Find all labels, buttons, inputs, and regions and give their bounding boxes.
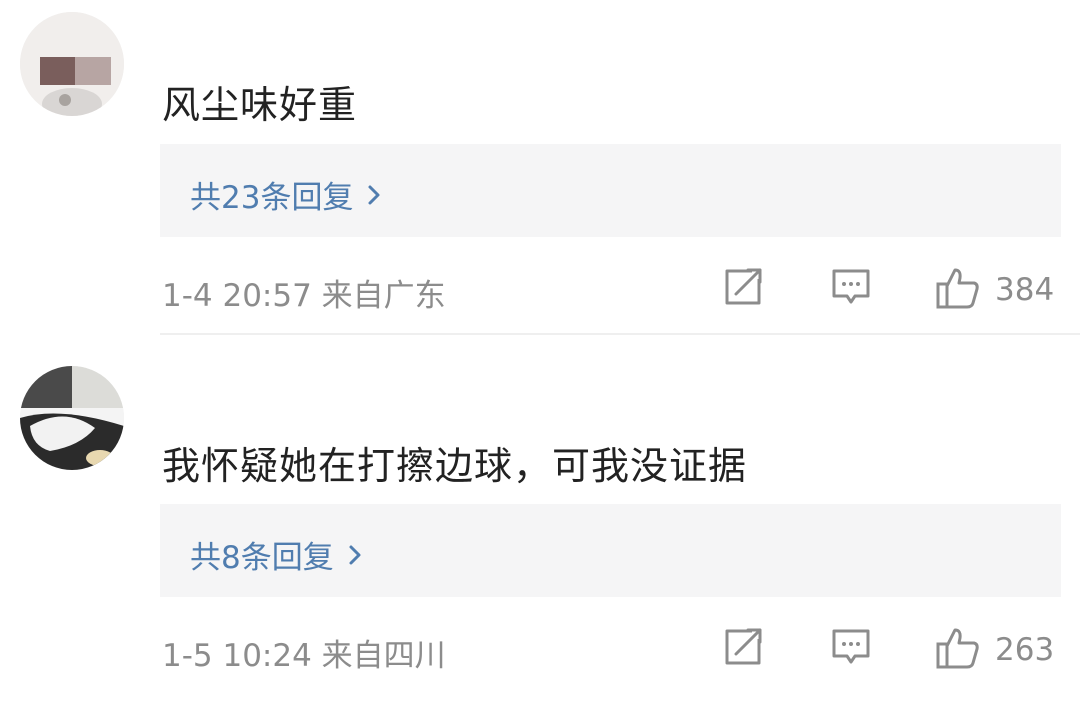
share-button[interactable]: [722, 266, 764, 312]
view-replies-link[interactable]: 共23条回复: [190, 172, 381, 217]
like-count: 384: [995, 272, 1055, 308]
chevron-right-icon: [348, 543, 362, 567]
comment-icon: [830, 626, 872, 672]
comment-text: 我怀疑她在打擦边球，可我没证据: [162, 444, 748, 488]
like-button[interactable]: 384: [935, 266, 1054, 314]
comment-icon: [830, 266, 872, 312]
chevron-right-icon: [367, 183, 381, 207]
share-icon: [722, 626, 764, 672]
replies-box[interactable]: 共23条回复: [160, 144, 1061, 237]
share-icon: [722, 266, 764, 312]
comment-item: 风尘味好重 共23条回复 1-4 20:57 来自广东 384: [0, 0, 1080, 335]
comment-button[interactable]: [830, 266, 872, 312]
comment-meta: 1-4 20:57 来自广东: [162, 278, 446, 314]
comment-meta: 1-5 10:24 来自四川: [162, 638, 446, 674]
like-icon: [935, 266, 981, 314]
comment-text: 风尘味好重: [162, 83, 358, 127]
view-replies-link[interactable]: 共8条回复: [190, 532, 362, 577]
comment-meta-row: 1-5 10:24 来自四川 263: [0, 622, 1080, 674]
replies-box[interactable]: 共8条回复: [160, 504, 1061, 597]
avatar[interactable]: [20, 366, 124, 470]
share-button[interactable]: [722, 626, 764, 672]
comment-item: 我怀疑她在打擦边球，可我没证据 共8条回复 1-5 10:24 来自四川 263: [0, 335, 1080, 705]
like-button[interactable]: 263: [935, 626, 1054, 674]
view-replies-label: 共8条回复: [190, 540, 334, 576]
view-replies-label: 共23条回复: [190, 180, 354, 216]
comment-meta-row: 1-4 20:57 来自广东 384: [0, 262, 1080, 314]
like-count: 263: [995, 632, 1055, 668]
like-icon: [935, 626, 981, 674]
avatar[interactable]: [20, 12, 124, 116]
comment-button[interactable]: [830, 626, 872, 672]
